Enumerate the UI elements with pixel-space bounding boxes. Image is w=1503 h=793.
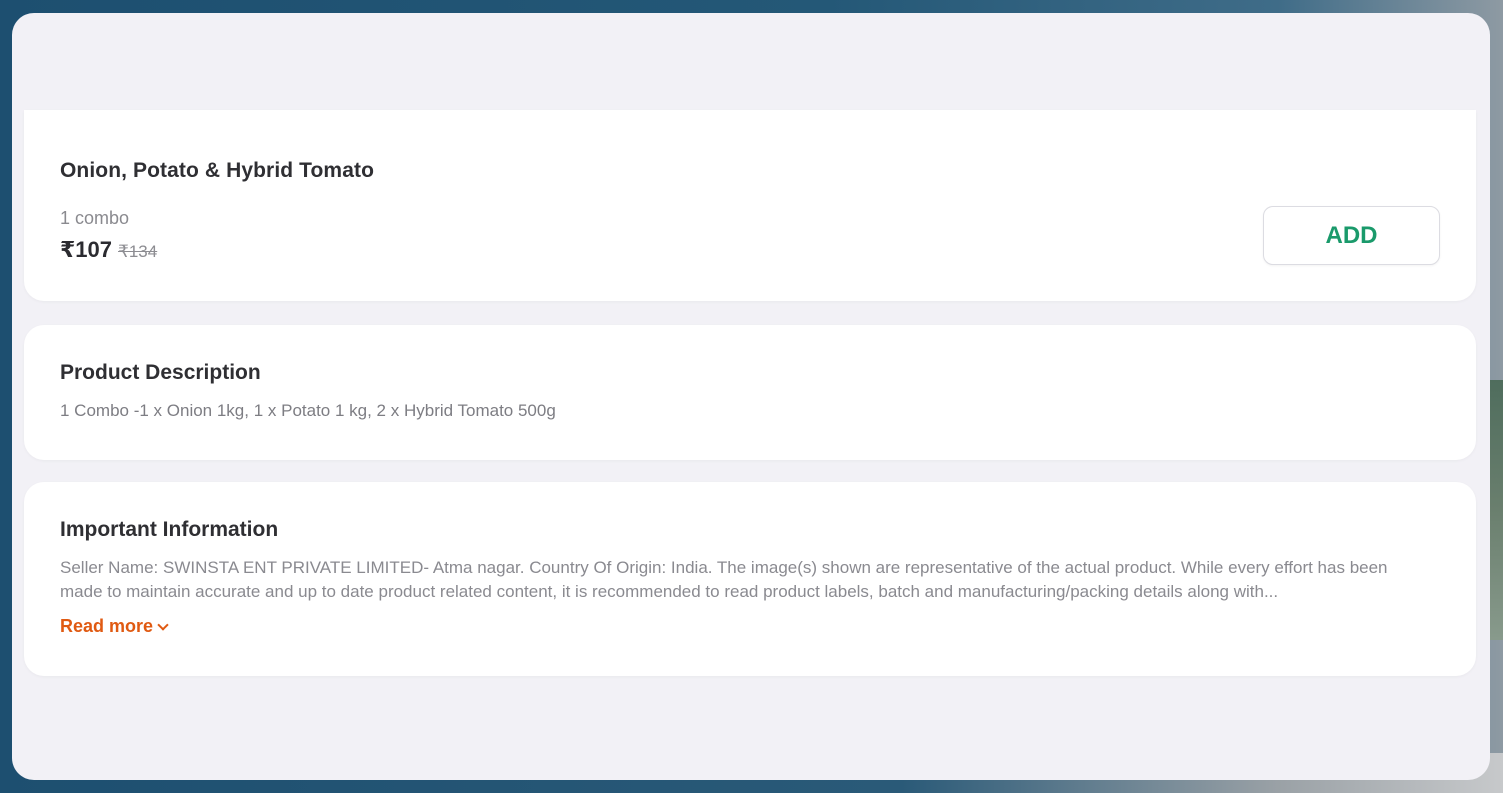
- background-right-edge: [1489, 380, 1503, 640]
- add-to-cart-button[interactable]: ADD: [1263, 206, 1440, 265]
- product-price: ₹107: [60, 237, 113, 262]
- product-title: Onion, Potato & Hybrid Tomato: [60, 159, 374, 182]
- product-quantity: 1 combo: [60, 208, 130, 228]
- important-information-text: Seller Name: SWINSTA ENT PRIVATE LIMITED…: [60, 558, 1388, 601]
- read-more-label: Read more: [60, 616, 154, 636]
- product-description-title: Product Description: [60, 361, 261, 384]
- chevron-down-icon: [157, 618, 169, 631]
- read-more-link[interactable]: Read more: [60, 616, 169, 637]
- product-modal: Onion, Potato & Hybrid Tomato 1 combo ₹1…: [12, 13, 1490, 780]
- product-card: Onion, Potato & Hybrid Tomato 1 combo ₹1…: [24, 110, 1476, 301]
- modal-top-area: [12, 13, 1490, 110]
- important-information-title: Important Information: [60, 518, 279, 541]
- price-row: ₹107 ₹134: [60, 237, 157, 263]
- product-mrp: ₹134: [118, 242, 158, 261]
- product-description-text: 1 Combo -1 x Onion 1kg, 1 x Potato 1 kg,…: [60, 401, 556, 420]
- important-information-card: Important Information Seller Name: SWINS…: [24, 482, 1476, 676]
- product-description-card: Product Description 1 Combo -1 x Onion 1…: [24, 325, 1476, 460]
